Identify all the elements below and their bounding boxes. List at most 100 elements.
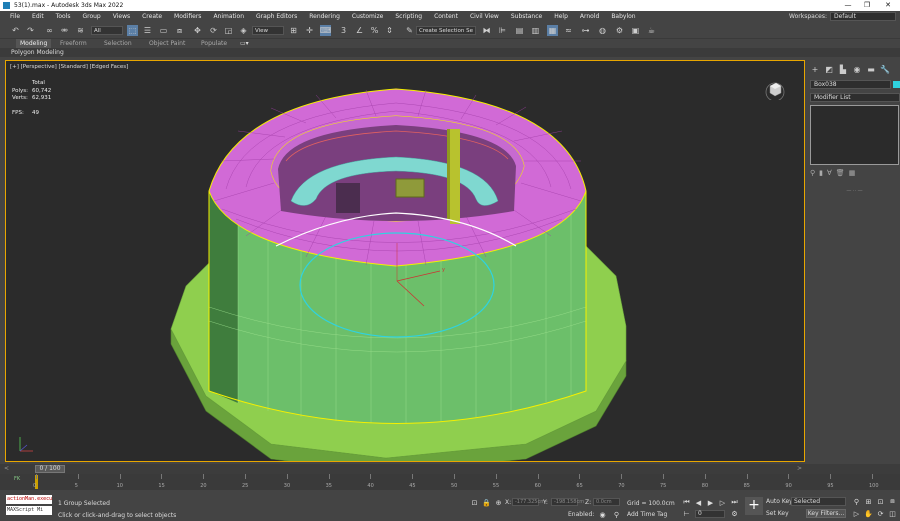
key-mode-icon[interactable]: ⊢ [682, 509, 691, 518]
modifier-stack[interactable] [810, 105, 899, 165]
menu-substance[interactable]: Substance [511, 13, 542, 20]
maximize-viewport-icon[interactable]: ◫ [888, 509, 897, 518]
orbit-icon[interactable]: ⟳ [876, 509, 885, 518]
viewport-label[interactable]: [+] [Perspective] [Standard] [Edged Face… [10, 64, 128, 70]
close-button[interactable]: ✕ [876, 0, 900, 11]
zoom-icon[interactable]: ⚲ [852, 497, 861, 506]
absolute-mode-icon[interactable]: ⊕ [494, 498, 503, 507]
create-tab-icon[interactable]: + [810, 64, 820, 74]
object-name-field[interactable]: Box038 [810, 80, 891, 89]
isolate-selection-icon[interactable]: ⊡ [470, 498, 479, 507]
tab-object-paint[interactable]: Object Paint [149, 39, 185, 48]
pivot-center-icon[interactable]: ⊞ [288, 25, 299, 36]
play-icon[interactable]: ▶ [706, 498, 715, 507]
menu-edit[interactable]: Edit [32, 13, 44, 20]
menu-group[interactable]: Group [82, 13, 100, 20]
tab-freeform[interactable]: Freeform [60, 39, 87, 48]
display-tab-icon[interactable]: ▬ [866, 64, 876, 74]
menu-scripting[interactable]: Scripting [395, 13, 422, 20]
snaps-toggle-icon[interactable]: 3 [338, 25, 349, 36]
hierarchy-tab-icon[interactable]: ▙ [838, 64, 848, 74]
track-bar[interactable]: FK 0 5 10 15 20 25 30 35 40 45 50 55 60 65 70 75 80 85 90 9… [0, 474, 900, 490]
align-icon[interactable]: ⊫ [497, 25, 508, 36]
maxscript-listener[interactable]: actionMan.execu MAXScript Mi [6, 495, 52, 517]
make-unique-icon[interactable]: ∀ [827, 169, 832, 177]
menu-babylon[interactable]: Babylon [611, 13, 635, 20]
mirror-icon[interactable]: ⧓ [481, 25, 492, 36]
select-manipulate-icon[interactable]: ✛ [304, 25, 315, 36]
z-coordinate-field[interactable]: 0.0cm [593, 498, 620, 506]
add-time-tag[interactable]: Add Time Tag [627, 511, 667, 518]
material-editor-icon[interactable]: ◍ [597, 25, 608, 36]
link-icon[interactable]: ∞ [44, 25, 55, 36]
menu-arnold[interactable]: Arnold [580, 13, 599, 20]
modifier-list-dropdown[interactable]: Modifier List [810, 93, 900, 102]
modify-tab-icon[interactable]: ◩ [824, 64, 834, 74]
object-color-swatch[interactable] [893, 81, 900, 88]
maxscript-output[interactable]: actionMan.execu [6, 495, 52, 504]
edit-named-sets-icon[interactable]: ✎ [404, 25, 415, 36]
track-bar-toggle-icon[interactable]: FK [14, 476, 20, 482]
rotate-icon[interactable]: ⟳ [208, 25, 219, 36]
keyboard-shortcut-icon[interactable]: ⌨ [320, 25, 331, 36]
x-coordinate-field[interactable]: -177.325cm [512, 498, 545, 506]
undo-icon[interactable]: ↶ [10, 25, 21, 36]
rectangular-region-icon[interactable]: ▭ [158, 25, 169, 36]
spinner-snap-icon[interactable]: ⇕ [384, 25, 395, 36]
percent-snap-icon[interactable]: % [369, 25, 380, 36]
set-key-button[interactable]: + [745, 497, 763, 515]
selection-lock-icon[interactable]: 🔒 [482, 498, 491, 507]
menu-create[interactable]: Create [142, 13, 162, 20]
time-slider-bar[interactable]: < 0 / 100 > [0, 464, 900, 474]
key-selection-dropdown[interactable]: Selected [791, 497, 846, 506]
ribbon-options-icon[interactable]: ▭▾ [240, 39, 249, 48]
show-end-result-icon[interactable]: ▮ [819, 169, 823, 177]
menu-tools[interactable]: Tools [56, 13, 71, 20]
scale-icon[interactable]: ◲ [223, 25, 234, 36]
zoom-all-icon[interactable]: ⊞ [864, 497, 873, 506]
menu-civil-view[interactable]: Civil View [470, 13, 499, 20]
curve-editor-icon[interactable]: ≈ [563, 25, 574, 36]
select-object-icon[interactable]: ⬚ [127, 25, 138, 36]
pan-icon[interactable]: ✋ [864, 509, 873, 518]
menu-customize[interactable]: Customize [352, 13, 384, 20]
placement-icon[interactable]: ◈ [238, 25, 249, 36]
prev-key-icon[interactable]: ◀ [694, 498, 703, 507]
prev-frame-icon[interactable]: < [4, 465, 9, 472]
workspaces-dropdown[interactable]: Default [830, 12, 896, 21]
fov-icon[interactable]: ▷ [852, 509, 861, 518]
menu-views[interactable]: Views [113, 13, 130, 20]
time-tag-icon[interactable]: ⚲ [612, 510, 621, 519]
render-setup-icon[interactable]: ⚙ [614, 25, 625, 36]
remove-modifier-icon[interactable]: 🗑 [836, 169, 845, 177]
menu-graph-editors[interactable]: Graph Editors [256, 13, 297, 20]
ribbon-toggle-icon[interactable]: ▦ [547, 25, 558, 36]
schematic-view-icon[interactable]: ⊶ [580, 25, 591, 36]
polygon-modeling-label[interactable]: Polygon Modeling [11, 49, 64, 56]
goto-end-icon[interactable]: ⏭ [730, 498, 739, 507]
viewport-perspective[interactable]: y [+] [Perspective] [Standard] [Edged Fa… [5, 60, 805, 462]
pin-stack-icon[interactable]: ⚲ [810, 169, 815, 177]
next-frame-icon[interactable]: > [797, 465, 802, 472]
angle-snap-icon[interactable]: ∠ [354, 25, 365, 36]
motion-tab-icon[interactable]: ◉ [852, 64, 862, 74]
move-icon[interactable]: ✥ [192, 25, 203, 36]
utilities-tab-icon[interactable]: 🔧 [880, 64, 890, 74]
menu-help[interactable]: Help [554, 13, 568, 20]
layer-explorer-icon[interactable]: ▥ [530, 25, 541, 36]
menu-rendering[interactable]: Rendering [309, 13, 340, 20]
menu-modifiers[interactable]: Modifiers [174, 13, 201, 20]
tab-selection[interactable]: Selection [104, 39, 132, 48]
selection-filter-dropdown[interactable]: All [91, 26, 123, 35]
unlink-icon[interactable]: ⚮ [59, 25, 70, 36]
maxscript-input[interactable]: MAXScript Mi [6, 506, 52, 515]
rendered-frame-icon[interactable]: ▣ [630, 25, 641, 36]
auto-key-button[interactable]: Auto Key [766, 498, 793, 505]
scene-explorer-icon[interactable]: ▤ [514, 25, 525, 36]
set-key-label[interactable]: Set Key [766, 510, 789, 517]
named-selection-sets-dropdown[interactable]: Create Selection Se [416, 26, 476, 35]
bind-spacewarp-icon[interactable]: ≋ [75, 25, 86, 36]
menu-animation[interactable]: Animation [213, 13, 244, 20]
key-filters-button[interactable]: Key Filters... [806, 509, 846, 518]
next-key-icon[interactable]: ▷ [718, 498, 727, 507]
